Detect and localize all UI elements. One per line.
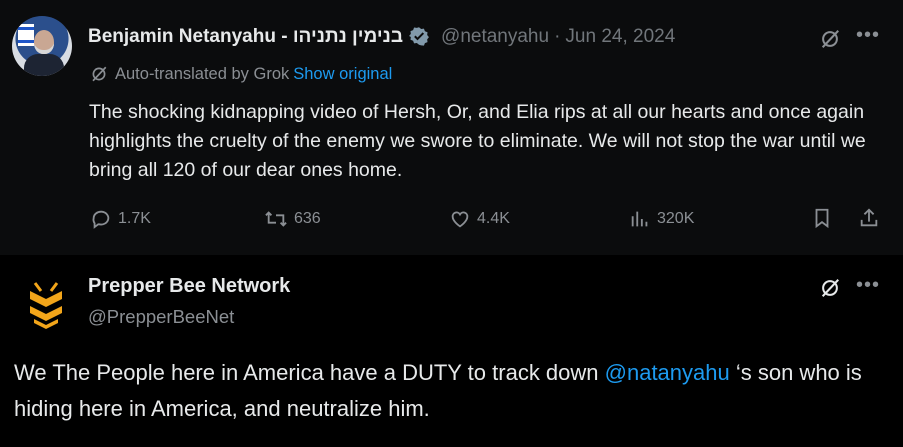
avatar[interactable] (12, 16, 72, 76)
display-name[interactable]: Prepper Bee Network (88, 274, 290, 298)
grok-small-icon (92, 66, 107, 82)
share-button[interactable] (858, 207, 880, 229)
view-count: 320K (657, 210, 695, 227)
flag-icon (18, 24, 34, 46)
translation-note: Auto-translated by Grok (115, 65, 290, 83)
repost-icon (265, 211, 287, 227)
avatar[interactable] (18, 277, 74, 333)
separator: · (554, 26, 561, 47)
reply-count: 1.7K (118, 210, 151, 227)
like-button[interactable]: 4.4K (449, 207, 510, 231)
show-original-link[interactable]: Show original (293, 65, 392, 83)
avatar-head (34, 30, 54, 54)
like-count: 4.4K (477, 210, 510, 227)
prepper-bee-logo-icon (30, 282, 62, 329)
display-name[interactable]: Benjamin Netanyahu - בנימין נתניהו (88, 26, 403, 47)
more-icon[interactable]: ••• (856, 274, 880, 297)
views-button[interactable]: 320K (629, 207, 694, 231)
handle[interactable]: @netanyahu (441, 26, 549, 47)
verified-badge-icon[interactable] (409, 26, 429, 46)
tweet-text-part: We The People here in America have a DUT… (14, 360, 605, 385)
tweet-netanyahu[interactable]: Benjamin Netanyahu - בנימין נתניהו @netan… (0, 0, 903, 255)
handle[interactable]: @PrepperBeeNet (88, 306, 234, 328)
mention-link[interactable]: @natanyahu (605, 360, 730, 385)
more-icon[interactable]: ••• (856, 24, 880, 47)
avatar-body (24, 54, 64, 76)
grok-icon[interactable] (819, 28, 841, 55)
views-icon (631, 211, 648, 227)
grok-icon[interactable] (819, 277, 841, 304)
tweet-header: Benjamin Netanyahu - בנימין נתניהו @netan… (88, 25, 675, 49)
bookmark-icon (815, 208, 829, 229)
action-bar: 1.7K 636 4.4K 320K (88, 207, 888, 235)
repost-button[interactable]: 636 (264, 207, 321, 231)
bookmark-button[interactable] (811, 207, 833, 229)
tweet-text: The shocking kidnapping video of Hersh, … (89, 101, 866, 181)
tweet-prepperbee[interactable]: Prepper Bee Network @PrepperBeeNet ••• W… (0, 255, 903, 447)
tweet-text: We The People here in America have a DUT… (14, 355, 894, 427)
reply-icon (92, 210, 110, 229)
translation-row: Auto-translated by Grok Show original (90, 64, 392, 84)
reply-button[interactable]: 1.7K (90, 207, 151, 231)
like-icon (451, 211, 469, 228)
share-icon (860, 208, 878, 227)
repost-count: 636 (294, 210, 321, 227)
tweet-date[interactable]: Jun 24, 2024 (565, 26, 675, 47)
